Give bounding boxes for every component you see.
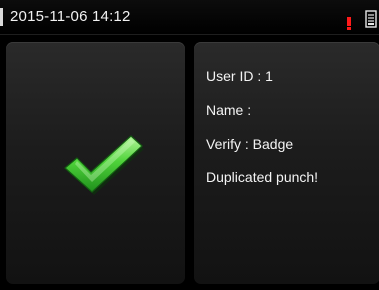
alert-icon-dot bbox=[347, 27, 351, 30]
name-line: Name : bbox=[206, 102, 252, 118]
status-bar: 2015-11-06 14:12 bbox=[0, 0, 379, 35]
device-icon bbox=[365, 10, 377, 28]
user-id-line: User ID : 1 bbox=[206, 68, 273, 84]
status-datetime: 2015-11-06 14:12 bbox=[10, 8, 131, 25]
edge-mark bbox=[0, 8, 3, 26]
alert-icon-bar bbox=[347, 17, 351, 26]
punch-message: Duplicated punch! bbox=[206, 169, 319, 185]
verify-line: Verify : Badge bbox=[206, 136, 294, 152]
checkmark-icon bbox=[64, 135, 144, 195]
info-panel: User ID : 1 Name : Verify : Badge Duplic… bbox=[194, 42, 379, 284]
result-panel bbox=[6, 42, 185, 284]
alert-icon bbox=[347, 17, 351, 30]
